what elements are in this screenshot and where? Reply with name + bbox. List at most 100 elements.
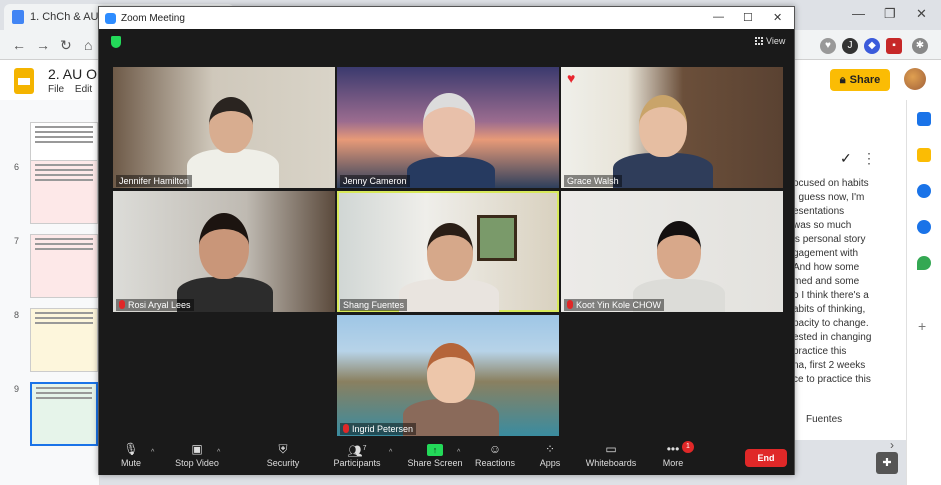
workspace-sidebar: +	[906, 100, 941, 485]
zoom-minimize-icon[interactable]: —	[713, 11, 724, 23]
participant-name: Rosi Aryal Lees	[116, 299, 194, 311]
reload-icon[interactable]: ↻	[60, 37, 72, 54]
home-icon[interactable]: ⌂	[84, 37, 92, 53]
slide-number: 8	[14, 310, 20, 320]
desktop: 1. ChCh & AU, Reflec — ❐ ✕ ← → ↻ ⌂ ♥ J ◆…	[0, 0, 941, 485]
notes-line: And how some	[793, 262, 860, 273]
notes-line: I guess now, I'm	[793, 192, 865, 203]
participant-video	[407, 157, 495, 188]
share-label: Share	[849, 74, 881, 86]
slide-thumbnail[interactable]	[30, 234, 98, 298]
apps-button[interactable]: ⁘ Apps	[535, 442, 565, 468]
video-tile-active-speaker[interactable]: Shang Fuentes	[337, 191, 559, 312]
more-vert-icon[interactable]: ⋮	[862, 150, 876, 167]
security-shield-icon: ⛨	[278, 442, 288, 456]
video-tile[interactable]: Jennifer Hamilton	[113, 67, 335, 188]
wall-painting	[477, 215, 517, 261]
pocket-icon[interactable]: ♥	[820, 38, 836, 54]
share-screen-button[interactable]: ↑ Share Screen	[405, 442, 465, 468]
lock-icon: 🔒︎	[839, 73, 846, 86]
tasks-icon[interactable]	[917, 184, 931, 198]
mic-muted-icon	[567, 300, 573, 309]
extensions-puzzle-icon[interactable]: ✱	[912, 38, 928, 54]
restore-icon[interactable]: ❐	[884, 6, 896, 22]
add-addon-icon[interactable]: +	[918, 318, 926, 334]
whiteboards-button[interactable]: ▭ Whiteboards	[585, 442, 637, 468]
profile-j-icon[interactable]: J	[842, 38, 858, 54]
zoom-window-title: Zoom Meeting	[121, 12, 185, 24]
chevron-right-icon[interactable]: ›	[890, 438, 894, 452]
share-screen-icon: ↑	[405, 442, 465, 456]
zoom-close-icon[interactable]: ✕	[773, 11, 782, 24]
video-tile[interactable]: Koot Yin Kole CHOW	[561, 191, 783, 312]
audio-options-caret-icon[interactable]: ^	[151, 449, 154, 456]
security-button[interactable]: ⛨ Security	[263, 442, 303, 468]
slide-thumbnail[interactable]	[30, 160, 98, 224]
mic-muted-icon	[343, 424, 349, 433]
participant-name: Koot Yin Kole CHOW	[564, 299, 665, 311]
video-options-caret-icon[interactable]: ^	[217, 449, 220, 456]
participant-name: Ingrid Petersen	[340, 423, 417, 435]
minimize-icon[interactable]: —	[852, 6, 865, 21]
video-tile[interactable]: Ingrid Petersen	[337, 315, 559, 436]
notes-line: practice this	[793, 346, 847, 357]
mic-muted-icon	[119, 300, 125, 309]
participant-video	[657, 221, 701, 279]
participants-button[interactable]: 👥︎7 Participants	[329, 442, 385, 468]
notes-line: ce to practice this	[793, 374, 871, 385]
close-icon[interactable]: ✕	[916, 6, 927, 22]
keep-icon[interactable]	[917, 148, 931, 162]
forward-icon[interactable]: →	[36, 37, 50, 53]
maps-icon[interactable]	[917, 256, 931, 270]
share-options-caret-icon[interactable]: ^	[457, 449, 460, 456]
notes-line: pacity to change.	[793, 318, 869, 329]
slides-menu: File Edit	[48, 84, 92, 95]
slide-number: 7	[14, 236, 20, 246]
mute-label: Mute	[120, 458, 141, 468]
stop-video-button[interactable]: ▣ Stop Video	[171, 442, 223, 468]
whiteboard-icon: ▭	[605, 442, 617, 456]
zoom-logo-icon	[105, 12, 116, 24]
reactions-button[interactable]: ☺ Reactions	[473, 442, 517, 468]
zoom-maximize-icon[interactable]: ☐	[743, 11, 753, 24]
menu-file[interactable]: File	[48, 84, 64, 95]
slide-thumbnail[interactable]	[30, 308, 98, 372]
participant-video	[403, 399, 499, 436]
end-meeting-button[interactable]: End	[745, 449, 787, 467]
notes-line: ocused on habits	[793, 178, 869, 189]
explore-icon[interactable]: ✚	[876, 452, 898, 474]
slide-number: 6	[14, 162, 20, 172]
participant-name: Jenny Cameron	[340, 175, 410, 187]
participants-label: Participants	[333, 458, 381, 468]
contacts-icon[interactable]	[917, 220, 931, 234]
share-screen-label: Share Screen	[407, 458, 463, 468]
share-button[interactable]: 🔒︎ Share	[830, 69, 890, 91]
video-tile[interactable]: ♥ Grace Walsh	[561, 67, 783, 188]
check-icon[interactable]: ✓	[840, 150, 852, 167]
docs-icon	[12, 10, 24, 24]
menu-edit[interactable]: Edit	[75, 84, 92, 95]
slide-thumbnail-selected[interactable]	[30, 382, 98, 446]
view-button[interactable]: View	[755, 36, 785, 46]
participants-count: 7	[362, 445, 367, 452]
participant-video	[427, 223, 473, 281]
extension-badge-icon[interactable]: ▪	[886, 38, 902, 54]
avatar[interactable]	[904, 68, 926, 90]
extension-icon[interactable]: ◆	[864, 38, 880, 54]
participant-video	[427, 343, 475, 403]
mute-button[interactable]: 🎙︎ Mute	[117, 442, 145, 468]
participant-name: Grace Walsh	[564, 175, 622, 187]
apps-label: Apps	[539, 458, 561, 468]
notes-line: gagement with	[793, 248, 859, 259]
encryption-shield-icon[interactable]	[111, 36, 121, 48]
notes-line: o I think there's a	[793, 290, 869, 301]
back-icon[interactable]: ←	[12, 37, 26, 53]
video-tile[interactable]: Rosi Aryal Lees	[113, 191, 335, 312]
calendar-icon[interactable]	[917, 112, 931, 126]
video-tile[interactable]: Jenny Cameron	[337, 67, 559, 188]
meeting-controls: 🎙︎ Mute ^ ▣ Stop Video ^ ⛨ Security 👥︎7 …	[99, 439, 794, 475]
participant-video	[423, 93, 475, 157]
reactions-smiley-icon: ☺	[488, 442, 502, 456]
participants-caret-icon[interactable]: ^	[389, 449, 392, 456]
participant-video	[187, 149, 279, 188]
